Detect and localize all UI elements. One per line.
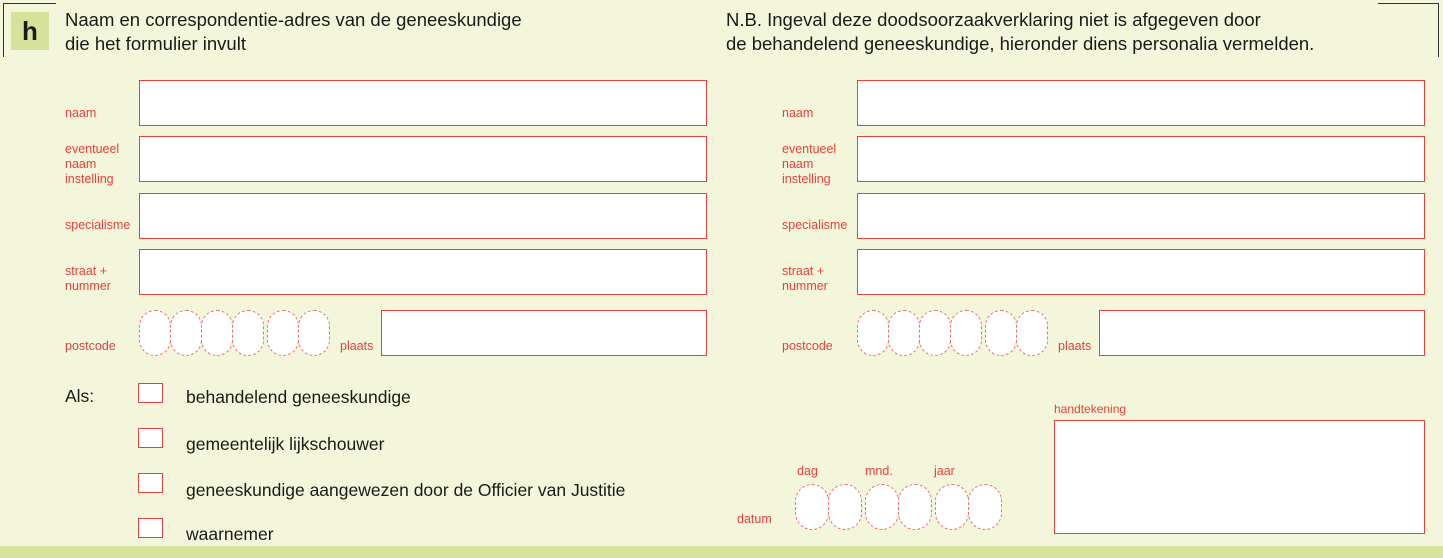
naam-field[interactable] bbox=[857, 80, 1425, 126]
postcode-letter-cell[interactable] bbox=[985, 310, 1017, 356]
specialisme-field[interactable] bbox=[857, 193, 1425, 239]
postcode-letter-cell[interactable] bbox=[1016, 310, 1048, 356]
naam-field[interactable] bbox=[139, 80, 707, 126]
specialisme-field[interactable] bbox=[139, 193, 707, 239]
option-officier-label: geneeskundige aangewezen door de Officie… bbox=[186, 480, 626, 500]
label-line: nummer bbox=[782, 279, 828, 293]
instelling-field[interactable] bbox=[139, 136, 707, 182]
postcode-label: postcode bbox=[782, 339, 833, 353]
role-label: Als: bbox=[65, 386, 95, 406]
month-digit-cell[interactable] bbox=[865, 484, 899, 530]
dag-label: dag bbox=[797, 464, 818, 478]
postcode-digit-cell[interactable] bbox=[232, 310, 264, 356]
postcode-cells bbox=[857, 310, 1048, 356]
month-digit-cell[interactable] bbox=[898, 484, 932, 530]
straat-label: straat + nummer bbox=[65, 264, 111, 294]
checkbox-behandelend[interactable] bbox=[138, 383, 163, 403]
handtekening-label: handtekening bbox=[1054, 402, 1127, 416]
plaats-field[interactable] bbox=[381, 310, 707, 356]
postcode-digit-cell[interactable] bbox=[919, 310, 951, 356]
naam-label: naam bbox=[65, 106, 97, 120]
checkbox-waarnemer[interactable] bbox=[138, 518, 163, 538]
instelling-field[interactable] bbox=[857, 136, 1425, 182]
postcode-digit-cell[interactable] bbox=[888, 310, 920, 356]
postcode-label: postcode bbox=[65, 339, 116, 353]
specialisme-label: specialisme bbox=[782, 218, 848, 232]
datum-label: datum bbox=[737, 512, 772, 526]
postcode-letter-cell[interactable] bbox=[267, 310, 299, 356]
label-line: eventueel bbox=[782, 142, 837, 156]
label-line: naam bbox=[782, 157, 814, 171]
year-digit-cell[interactable] bbox=[935, 484, 969, 530]
label-line: nummer bbox=[65, 279, 111, 293]
corner-mark-top-right bbox=[1378, 3, 1439, 57]
postcode-digit-cell[interactable] bbox=[170, 310, 202, 356]
option-behandelend-label: behandelend geneeskundige bbox=[186, 387, 411, 407]
naam-label: naam bbox=[782, 106, 814, 120]
postcode-digit-cell[interactable] bbox=[139, 310, 171, 356]
postcode-digit-cell[interactable] bbox=[950, 310, 982, 356]
specialisme-label: specialisme bbox=[65, 218, 131, 232]
jaar-label: jaar bbox=[934, 464, 955, 478]
heading-line: Naam en correspondentie-adres van de gen… bbox=[65, 9, 522, 30]
label-line: straat + bbox=[65, 264, 108, 278]
straat-field[interactable] bbox=[139, 249, 707, 295]
option-waarnemer-label: waarnemer bbox=[186, 524, 274, 544]
maand-label: mnd. bbox=[865, 464, 893, 478]
checkbox-lijkschouwer[interactable] bbox=[138, 428, 163, 448]
date-cells bbox=[795, 484, 1002, 530]
heading-line: die het formulier invult bbox=[65, 33, 246, 54]
plaats-label: plaats bbox=[340, 339, 374, 353]
postcode-cells bbox=[139, 310, 330, 356]
plaats-label: plaats bbox=[1058, 339, 1092, 353]
label-line: instelling bbox=[782, 172, 831, 186]
label-line: straat + bbox=[782, 264, 825, 278]
label-line: instelling bbox=[65, 172, 114, 186]
heading-line: N.B. Ingeval deze doodsoorzaakverklaring… bbox=[726, 9, 1261, 30]
day-digit-cell[interactable] bbox=[828, 484, 862, 530]
option-lijkschouwer-label: gemeentelijk lijkschouwer bbox=[186, 434, 385, 454]
straat-label: straat + nummer bbox=[782, 264, 828, 294]
postcode-letter-cell[interactable] bbox=[298, 310, 330, 356]
postcode-digit-cell[interactable] bbox=[201, 310, 233, 356]
label-line: eventueel bbox=[65, 142, 120, 156]
section-heading-left: Naam en correspondentie-adres van de gen… bbox=[65, 8, 522, 56]
checkbox-officier[interactable] bbox=[138, 473, 163, 493]
day-digit-cell[interactable] bbox=[795, 484, 829, 530]
instelling-label: eventueel naam instelling bbox=[782, 142, 836, 187]
heading-line: de behandelend geneeskundige, hieronder … bbox=[726, 33, 1315, 54]
section-heading-right: N.B. Ingeval deze doodsoorzaakverklaring… bbox=[726, 8, 1314, 56]
straat-field[interactable] bbox=[857, 249, 1425, 295]
section-badge: h bbox=[11, 12, 49, 50]
postcode-digit-cell[interactable] bbox=[857, 310, 889, 356]
signature-field[interactable] bbox=[1054, 420, 1425, 534]
instelling-label: eventueel naam instelling bbox=[65, 142, 119, 187]
plaats-field[interactable] bbox=[1099, 310, 1425, 356]
year-digit-cell[interactable] bbox=[968, 484, 1002, 530]
label-line: naam bbox=[65, 157, 97, 171]
bottom-band bbox=[0, 546, 1443, 558]
